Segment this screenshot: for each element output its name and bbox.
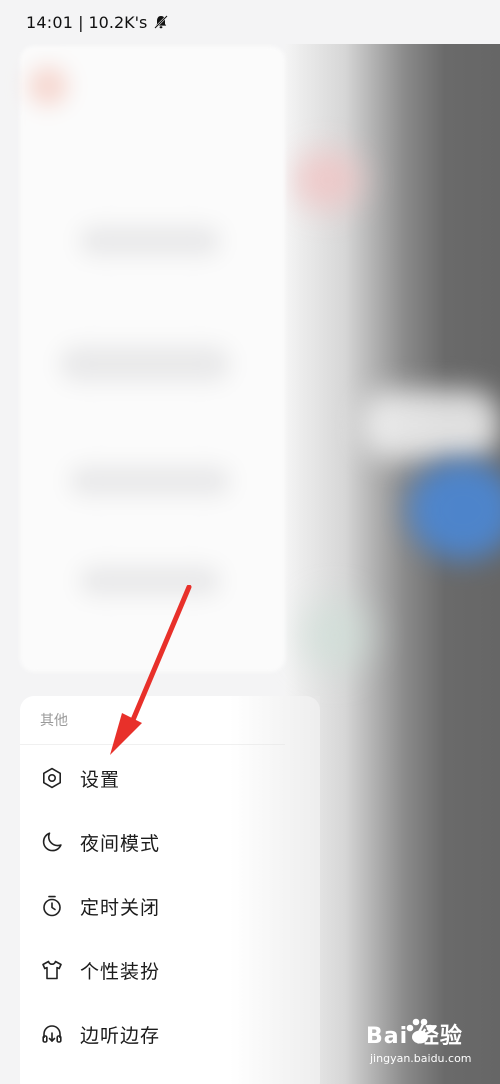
network-speed: 10.2K's: [88, 12, 148, 32]
blurred-content: [292, 150, 362, 210]
status-bar: 14:01 | 10.2K's: [0, 0, 500, 44]
tshirt-icon: [40, 958, 64, 982]
watermark-url: jingyan.baidu.com: [370, 1052, 472, 1065]
headphones-download-icon: [40, 1022, 64, 1046]
hexagon-settings-icon: [40, 766, 64, 790]
moon-icon: [40, 830, 64, 854]
blurred-content: [360, 390, 500, 460]
section-header: 其他: [40, 713, 68, 729]
menu-item-label: 个性装扮: [80, 960, 161, 983]
drawer-edge-fade: [230, 696, 320, 1084]
status-time: 14:01: [26, 12, 74, 32]
timer-icon: [40, 894, 64, 918]
blurred-account-card: [20, 46, 285, 672]
watermark-logo-text: Bai 经验: [366, 1024, 463, 1049]
blurred-content: [300, 600, 370, 670]
menu-item-label: 设置: [80, 768, 121, 791]
baidu-watermark: Bai 经验 jingyan.baidu.com: [366, 1018, 486, 1074]
bell-muted-icon: [154, 15, 169, 29]
menu-item-label: 定时关闭: [80, 896, 161, 919]
menu-item-label: 边听边存: [80, 1024, 161, 1047]
status-separator: |: [78, 12, 84, 32]
menu-item-label: 夜间模式: [80, 832, 161, 855]
